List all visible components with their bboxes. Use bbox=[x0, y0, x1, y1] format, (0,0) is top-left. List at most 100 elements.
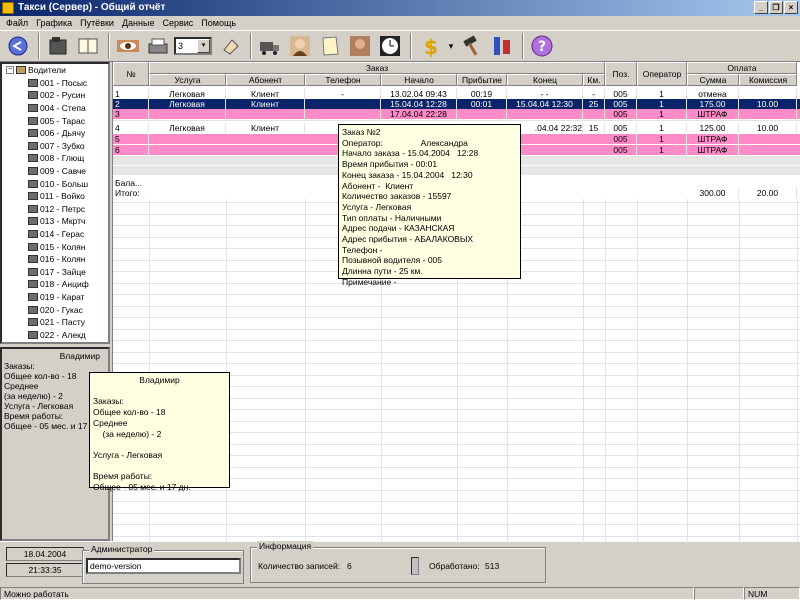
col-pos-header[interactable]: Поз. bbox=[605, 62, 637, 86]
menu-file[interactable]: Файл bbox=[2, 18, 32, 28]
col-km-header[interactable]: Км. bbox=[583, 74, 605, 86]
phone-icon[interactable] bbox=[44, 32, 72, 60]
payment-group-header: Оплата bbox=[687, 62, 797, 74]
tree-item[interactable]: 016 - Колян bbox=[2, 253, 108, 266]
tree-item-label: 022 - Алекд bbox=[40, 329, 86, 340]
driver-icon[interactable] bbox=[346, 32, 374, 60]
notepad-icon[interactable] bbox=[316, 32, 344, 60]
table-row-selected[interactable]: 2 Легковая Клиент 15.04.04 12:28 00:01 1… bbox=[113, 99, 800, 109]
driver-name: Владимир bbox=[59, 351, 100, 361]
tree-item[interactable]: 015 - Колян bbox=[2, 240, 108, 253]
tree-item[interactable]: 006 - Дьячу bbox=[2, 127, 108, 140]
admin-field[interactable]: demo-version bbox=[86, 558, 241, 574]
driver-item-icon bbox=[28, 129, 38, 138]
tooltip-line: Длинна пути - 25 км. bbox=[342, 266, 423, 277]
eraser-icon[interactable] bbox=[216, 32, 244, 60]
col-client-header[interactable]: Абонент bbox=[226, 74, 305, 86]
tools-icon[interactable] bbox=[488, 32, 516, 60]
col-phone-header[interactable]: Телефон bbox=[305, 74, 381, 86]
cell-sum: 175.00 bbox=[687, 99, 739, 109]
col-start-header[interactable]: Начало bbox=[381, 74, 457, 86]
tree-item[interactable]: 012 - Петрс bbox=[2, 203, 108, 216]
tree-item[interactable]: 018 - Анциф bbox=[2, 278, 108, 291]
table-row-penalty[interactable]: 3 17.04.04 22:28 005 1 ШТРАФ bbox=[113, 109, 800, 119]
close-button[interactable]: × bbox=[784, 1, 798, 14]
tree-item-label: 008 - Глющ bbox=[40, 153, 85, 164]
driver-item-icon bbox=[28, 242, 38, 251]
tree-item[interactable]: 009 - Савче bbox=[2, 165, 108, 178]
driver-item-icon bbox=[28, 330, 38, 339]
tree-item[interactable]: 004 - Степа bbox=[2, 102, 108, 115]
order-group-header: Заказ bbox=[149, 62, 605, 74]
total-sum: 300.00 bbox=[687, 188, 739, 198]
tooltip-line: Оператор: Александра bbox=[342, 137, 468, 148]
col-service-header[interactable]: Услуга bbox=[149, 74, 226, 86]
drivers-tree[interactable]: − Водители 001 - Посыс 002 - Русин 004 - … bbox=[0, 62, 110, 344]
tree-item[interactable]: 008 - Глющ bbox=[2, 152, 108, 165]
count-combo[interactable]: 3 ▾ bbox=[174, 37, 212, 55]
col-num-header[interactable]: № bbox=[113, 62, 149, 86]
tooltip-line: Среднее bbox=[93, 417, 128, 428]
tooltip-line: Владимир bbox=[139, 375, 180, 385]
svg-text:?: ? bbox=[538, 39, 546, 55]
col-end-header[interactable]: Конец bbox=[507, 74, 583, 86]
dollar-icon[interactable]: $ bbox=[416, 32, 444, 60]
cell-pos: 005 bbox=[605, 89, 637, 99]
tooltip-line: Общее кол-во - 18 bbox=[93, 407, 166, 418]
expand-icon[interactable]: − bbox=[6, 66, 14, 75]
menu-service[interactable]: Сервис bbox=[158, 18, 197, 28]
tree-item[interactable]: 013 - Мкртч bbox=[2, 215, 108, 228]
help-icon[interactable]: ? bbox=[528, 32, 556, 60]
book-icon[interactable] bbox=[74, 32, 102, 60]
tree-item[interactable]: 022 - Алекд bbox=[2, 328, 108, 341]
menu-waybills[interactable]: Путёвки bbox=[76, 18, 118, 28]
tree-item[interactable]: 007 - Зубко bbox=[2, 140, 108, 153]
tree-item[interactable]: 011 - Войко bbox=[2, 190, 108, 203]
eye-icon[interactable] bbox=[114, 32, 142, 60]
dollar-dropdown-icon[interactable]: ▾ bbox=[446, 32, 456, 60]
tree-root-label: Водители bbox=[28, 65, 66, 76]
restore-button[interactable]: ❐ bbox=[769, 1, 783, 14]
tree-item[interactable]: 014 - Герас bbox=[2, 228, 108, 241]
cell-operator: 1 bbox=[637, 109, 687, 119]
hammer-icon[interactable] bbox=[458, 32, 486, 60]
order-details-tooltip: Заказ №2 Оператор: Александра Начало зак… bbox=[338, 124, 521, 287]
cell-commission bbox=[739, 109, 797, 119]
table-row[interactable]: 1 Легковая Клиент - 13.02.04 09:43 00:19… bbox=[113, 89, 800, 99]
tree-item[interactable]: 021 - Пасту bbox=[2, 316, 108, 329]
cell-km: 15 bbox=[583, 123, 605, 133]
tree-root[interactable]: − Водители bbox=[2, 64, 108, 77]
operator-icon[interactable] bbox=[286, 32, 314, 60]
col-commission-header[interactable]: Комиссия bbox=[739, 74, 797, 86]
tree-item[interactable]: 017 - Зайце bbox=[2, 266, 108, 279]
menu-help[interactable]: Помощь bbox=[197, 18, 240, 28]
cell-num: 1 bbox=[115, 89, 149, 99]
menu-data[interactable]: Данные bbox=[118, 18, 159, 28]
col-operator-header[interactable]: Оператор bbox=[637, 62, 687, 86]
printer-icon[interactable] bbox=[144, 32, 172, 60]
tree-item[interactable]: 002 - Русин bbox=[2, 89, 108, 102]
menu-graphics[interactable]: Графика bbox=[32, 18, 76, 28]
chevron-down-icon[interactable]: ▾ bbox=[197, 39, 210, 53]
cell-client: Клиент bbox=[226, 89, 305, 99]
tree-item-label: 016 - Колян bbox=[40, 254, 86, 265]
cell-service: Легковая bbox=[149, 89, 226, 99]
minimize-button[interactable]: _ bbox=[754, 1, 768, 14]
col-arrival-header[interactable]: Прибытие bbox=[457, 74, 507, 86]
tree-item[interactable]: 019 - Карат bbox=[2, 291, 108, 304]
clock-icon[interactable] bbox=[376, 32, 404, 60]
back-icon[interactable] bbox=[4, 32, 32, 60]
tooltip-line: Примечание - bbox=[342, 276, 397, 287]
tree-item[interactable]: 020 - Гукас bbox=[2, 303, 108, 316]
tree-item[interactable]: 005 - Тарас bbox=[2, 114, 108, 127]
truck-icon[interactable] bbox=[256, 32, 284, 60]
current-date: 18.04.2004 bbox=[6, 547, 84, 561]
grid-column-line bbox=[687, 199, 688, 542]
tooltip-line: Общее - 05 мес. и 17 дн. bbox=[93, 481, 191, 492]
tooltip-line: Позывной водителя - 005 bbox=[342, 255, 443, 266]
tree-item[interactable]: 001 - Посыс bbox=[2, 77, 108, 90]
col-sum-header[interactable]: Сумма bbox=[687, 74, 739, 86]
tree-item[interactable]: 010 - Больш bbox=[2, 177, 108, 190]
cell-commission: 10.00 bbox=[739, 99, 797, 109]
grid-column-line bbox=[583, 199, 584, 542]
